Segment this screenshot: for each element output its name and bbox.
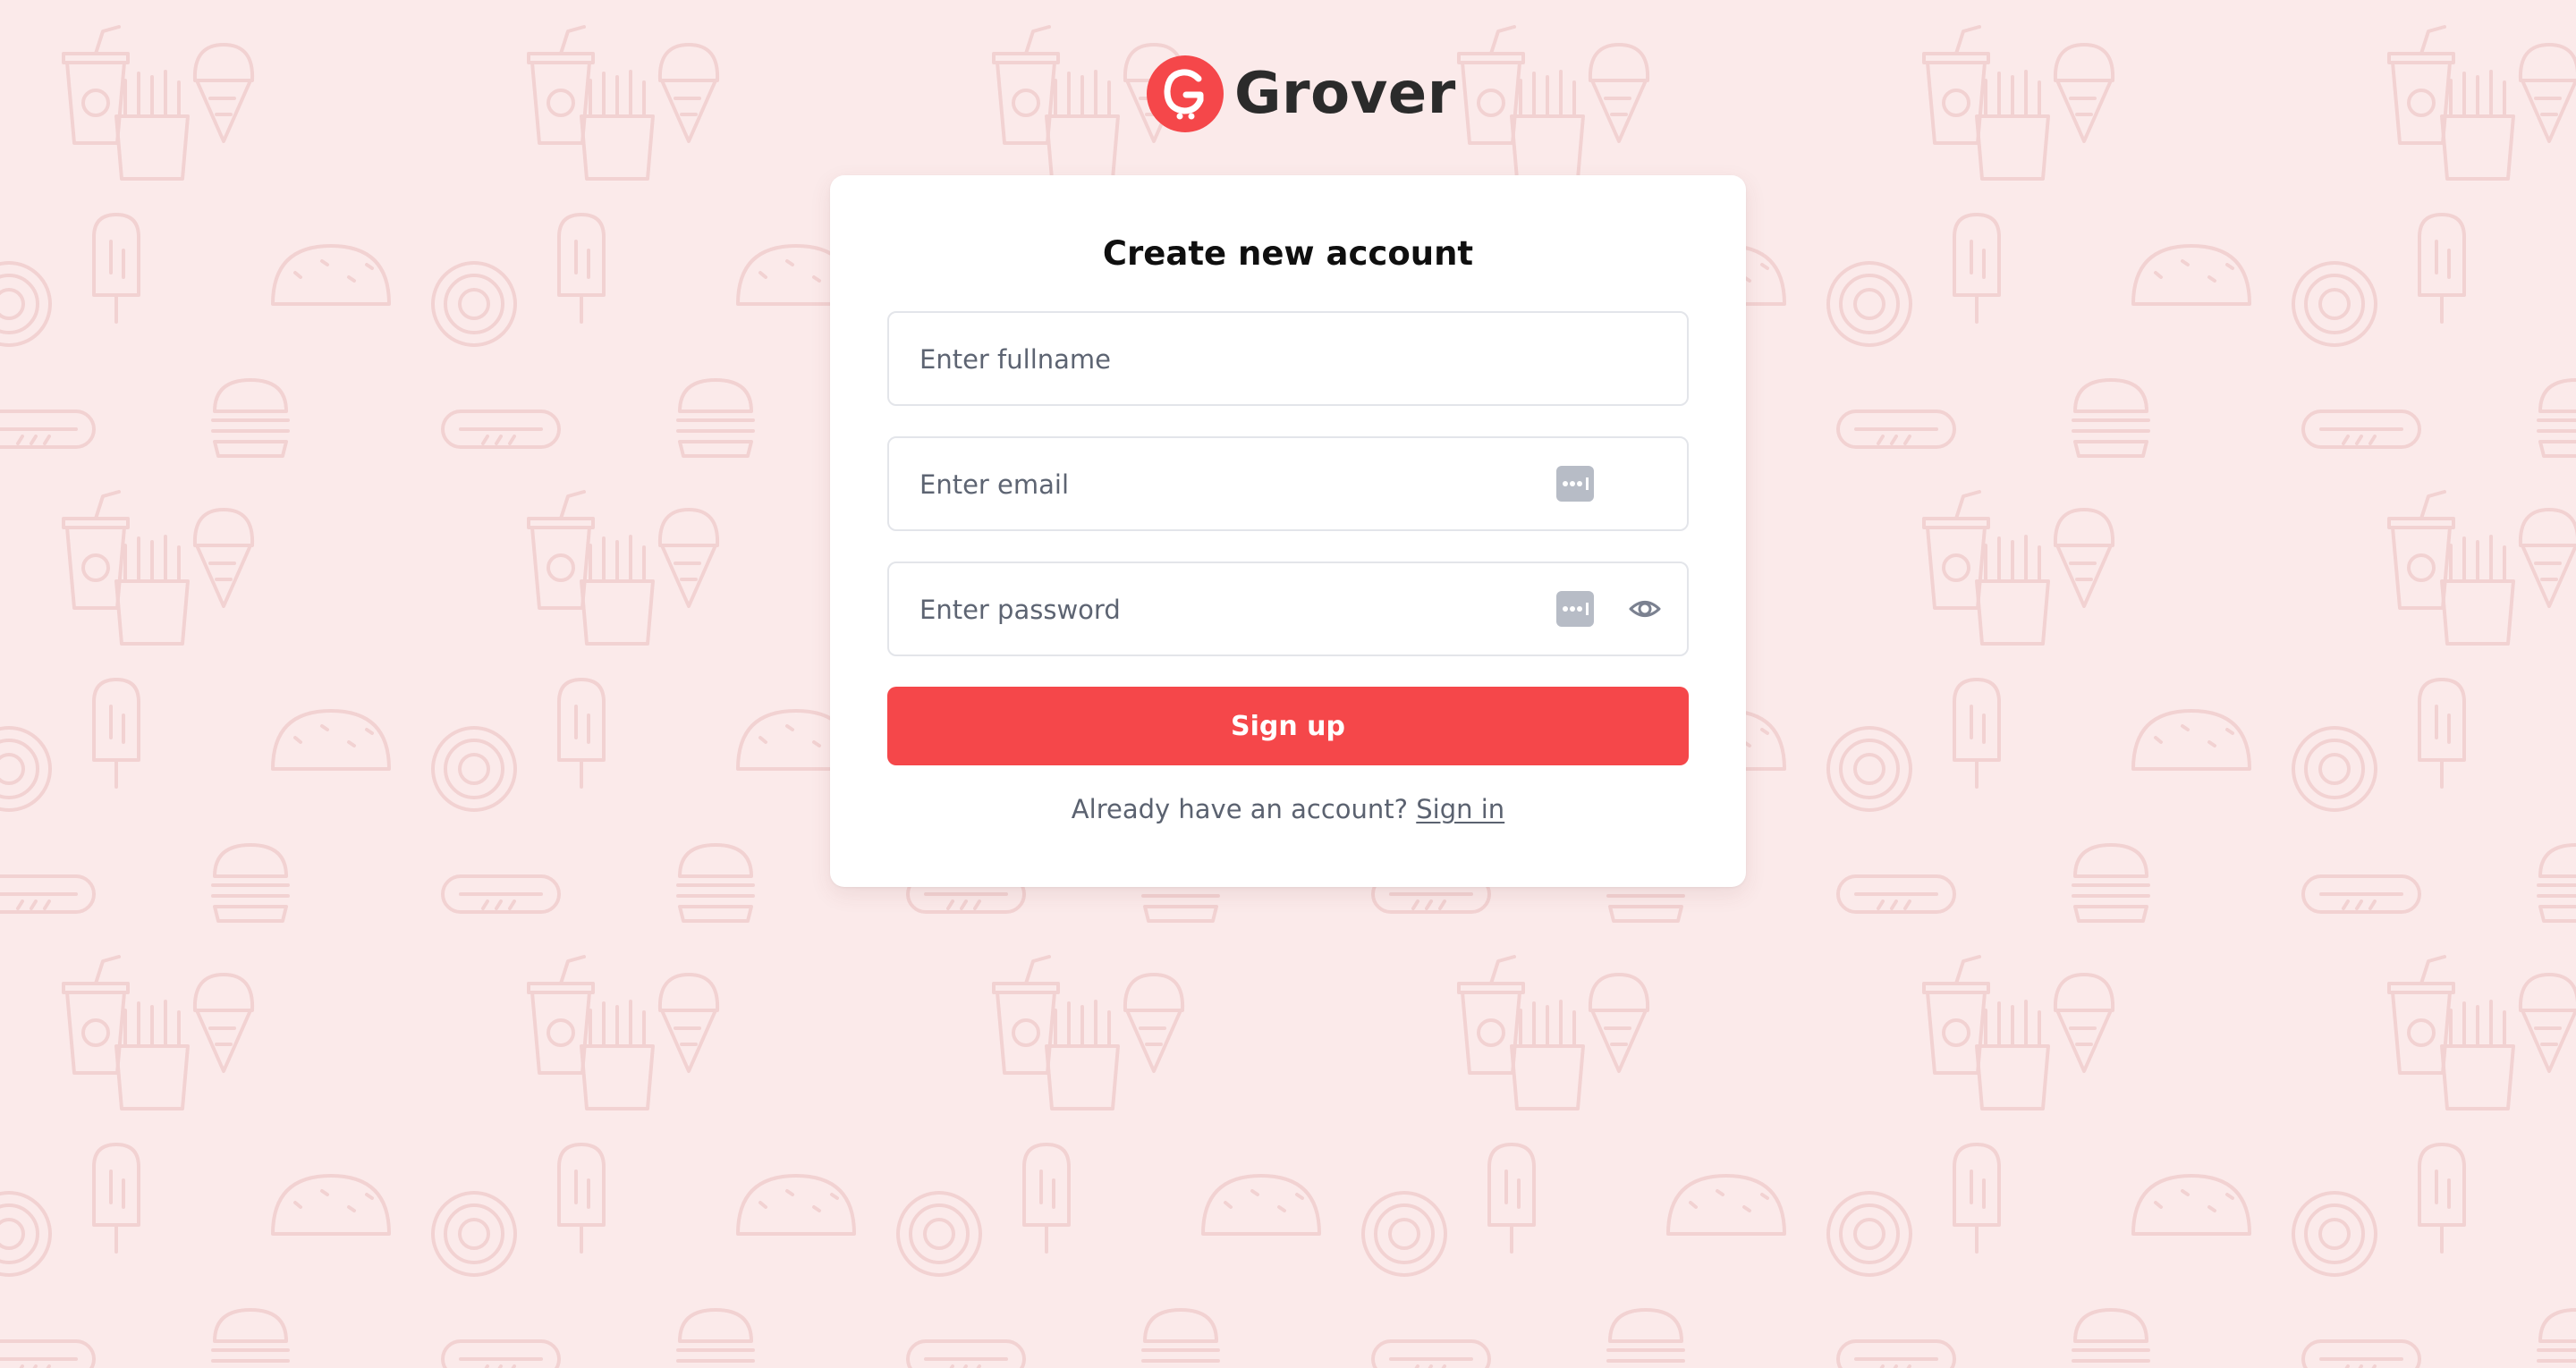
email-field[interactable]	[887, 436, 1689, 531]
eye-icon[interactable]	[1628, 593, 1662, 625]
signin-prompt: Already have an account? Sign in	[0, 794, 2576, 824]
sign-in-link[interactable]: Sign in	[1416, 794, 1504, 824]
fullname-field[interactable]	[887, 311, 1689, 406]
grover-logo-icon	[1147, 55, 1224, 132]
brand[interactable]: Grover	[1147, 55, 1456, 132]
email-input[interactable]	[918, 438, 1530, 531]
page-title: Create new account	[1102, 234, 1474, 273]
have-account-text: Already have an account?	[1071, 794, 1409, 824]
password-field[interactable]	[887, 562, 1689, 656]
password-manager-key-icon[interactable]	[1556, 591, 1594, 627]
password-manager-key-icon[interactable]	[1556, 466, 1594, 502]
fullname-input[interactable]	[918, 313, 1530, 406]
sign-up-button[interactable]: Sign up	[887, 687, 1689, 765]
signup-card	[830, 175, 1746, 887]
brand-name: Grover	[1234, 61, 1456, 127]
password-input[interactable]	[918, 563, 1530, 656]
